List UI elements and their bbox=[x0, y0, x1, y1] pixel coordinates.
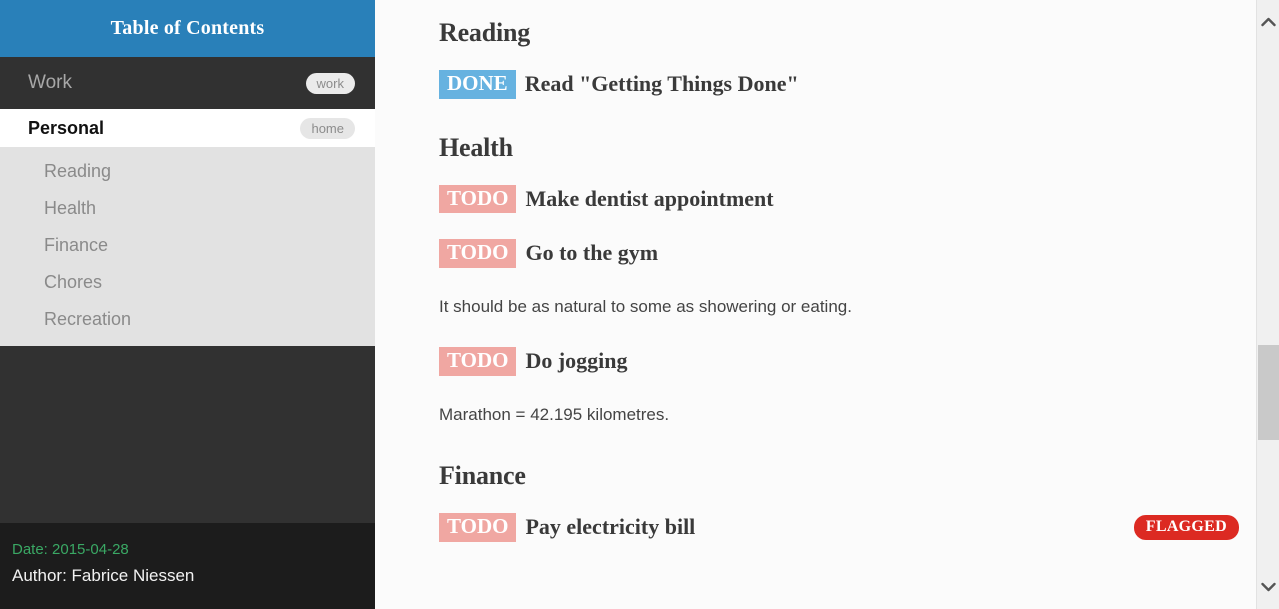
section-heading-finance: Finance bbox=[439, 461, 526, 491]
task-title: Pay electricity bill bbox=[525, 514, 696, 540]
sidebar-item-label: Personal bbox=[28, 117, 105, 138]
scroll-up-button[interactable] bbox=[1257, 8, 1279, 36]
keyword-badge-done[interactable]: DONE bbox=[439, 70, 516, 99]
section-heading-reading: Reading bbox=[439, 18, 531, 47]
sidebar-nav: Work work Personal home Reading Health F… bbox=[0, 57, 375, 435]
task-row[interactable]: TODO Make dentist appointment bbox=[439, 184, 1239, 214]
vertical-scrollbar[interactable] bbox=[1256, 0, 1279, 609]
sidebar-subitem-recreation[interactable]: Recreation bbox=[0, 301, 375, 338]
task-row[interactable]: TODO Do jogging bbox=[439, 347, 1239, 376]
task-note: It should be as natural to some as showe… bbox=[439, 296, 852, 316]
scrollbar-thumb[interactable] bbox=[1258, 345, 1279, 440]
sidebar-sublist: Reading Health Finance Chores Recreation bbox=[0, 147, 375, 346]
task-title: Do jogging bbox=[525, 348, 628, 374]
task-title: Read "Getting Things Done" bbox=[524, 71, 799, 97]
footer-date: Date: 2015-04-28 bbox=[12, 541, 129, 558]
task-note: Marathon = 42.195 kilometres. bbox=[439, 404, 670, 424]
main-content: Reading DONE Read "Getting Things Done" … bbox=[375, 0, 1279, 609]
app-root: Table of Contents Work work Personal hom… bbox=[0, 0, 1279, 609]
task-row[interactable]: DONE Read "Getting Things Done" bbox=[439, 70, 1239, 99]
task-row[interactable]: TODO Go to the gym bbox=[439, 239, 1239, 268]
chevron-down-icon bbox=[1261, 582, 1276, 592]
task-title: Make dentist appointment bbox=[525, 185, 774, 211]
sidebar-subitem-chores[interactable]: Chores bbox=[0, 264, 375, 301]
keyword-badge-todo[interactable]: TODO bbox=[439, 513, 517, 542]
table-of-contents-header: Table of Contents bbox=[0, 0, 375, 57]
task-title: Go to the gym bbox=[525, 240, 659, 266]
scroll-down-button[interactable] bbox=[1257, 573, 1279, 601]
chevron-up-icon bbox=[1261, 17, 1276, 27]
sidebar-subitem-reading[interactable]: Reading bbox=[0, 153, 375, 190]
sidebar-item-work[interactable]: Work work bbox=[0, 57, 375, 109]
tag-home[interactable]: home bbox=[300, 117, 355, 139]
toc-title: Table of Contents bbox=[110, 17, 265, 39]
sidebar-subitem-health[interactable]: Health bbox=[0, 190, 375, 227]
keyword-badge-todo[interactable]: TODO bbox=[439, 347, 517, 376]
sidebar-empty-space bbox=[0, 434, 375, 523]
footer-author: Author: Fabrice Niessen bbox=[12, 566, 195, 585]
tag-work[interactable]: work bbox=[305, 72, 355, 94]
task-row[interactable]: TODO Pay electricity bill FLAGGED bbox=[439, 513, 1239, 542]
sidebar: Table of Contents Work work Personal hom… bbox=[0, 0, 375, 609]
sidebar-footer: Date: 2015-04-28 Author: Fabrice Niessen bbox=[0, 523, 375, 609]
sidebar-subitem-finance[interactable]: Finance bbox=[0, 227, 375, 264]
flagged-tag[interactable]: FLAGGED bbox=[1133, 514, 1239, 540]
section-heading-health: Health bbox=[439, 132, 513, 162]
keyword-badge-todo[interactable]: TODO bbox=[439, 184, 517, 214]
keyword-badge-todo[interactable]: TODO bbox=[439, 239, 517, 268]
sidebar-item-personal[interactable]: Personal home bbox=[0, 109, 375, 147]
sidebar-item-label: Work bbox=[28, 72, 72, 93]
